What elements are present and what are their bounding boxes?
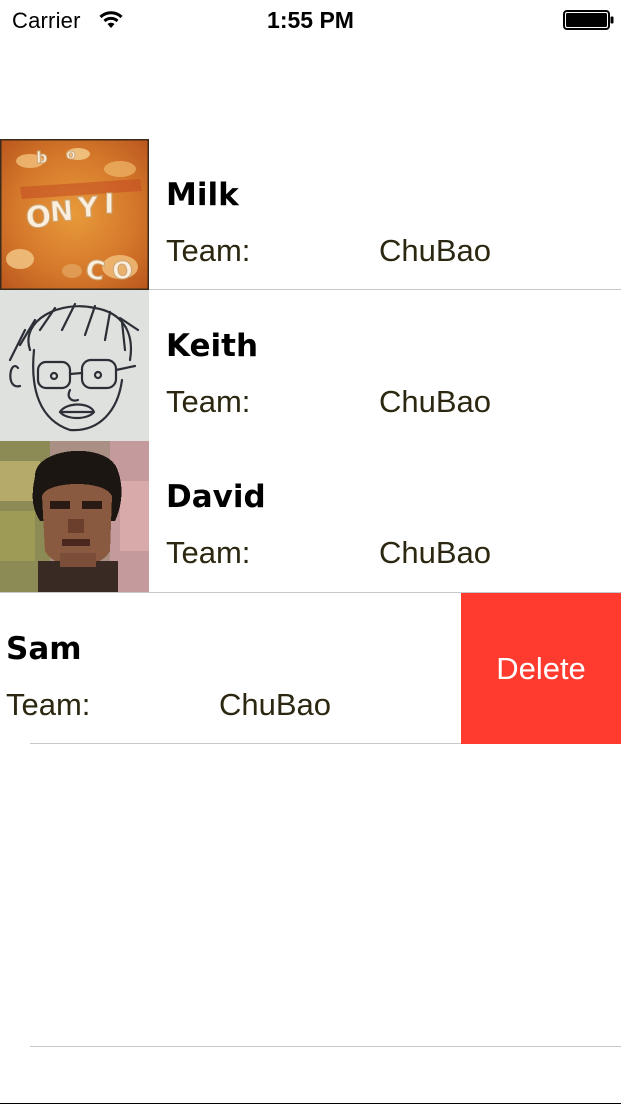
table-row[interactable]: O N Y I C O b o Milk Team: ChuBao: [0, 139, 621, 290]
team-label: Team:: [6, 687, 91, 722]
row-separator: [30, 1046, 621, 1047]
table-row-swiped[interactable]: Sam Team: ChuBao Delete: [0, 593, 621, 744]
team-value: ChuBao: [379, 233, 492, 268]
team-label: Team:: [166, 535, 251, 570]
row-content: Sam Team: ChuBao: [0, 593, 461, 744]
team-value: ChuBao: [379, 384, 492, 419]
row-content: Keith Team: ChuBao: [0, 290, 621, 441]
svg-text:o: o: [66, 147, 76, 163]
player-name: Keith: [166, 328, 259, 364]
svg-text:Y: Y: [76, 190, 100, 224]
svg-text:I: I: [104, 187, 114, 220]
status-bar: Carrier 1:55 PM: [0, 0, 621, 40]
row-content: David Team: ChuBao: [0, 441, 621, 592]
table-row[interactable]: Keith Team: ChuBao: [0, 290, 621, 441]
player-avatar: O N Y I C O b o: [0, 139, 149, 290]
svg-text:N: N: [49, 194, 75, 229]
player-name: David: [166, 479, 266, 515]
team-label: Team:: [166, 384, 251, 419]
team-value: ChuBao: [219, 687, 332, 722]
battery-full-icon: [563, 10, 614, 30]
svg-text:b: b: [36, 148, 47, 167]
player-avatar: [0, 441, 149, 592]
status-time: 1:55 PM: [267, 7, 354, 33]
table-row[interactable]: David Team: ChuBao: [0, 441, 621, 592]
row-content: O N Y I C O b o Milk Team: ChuBao: [0, 139, 621, 290]
team-label: Team:: [166, 233, 251, 268]
player-avatar: [0, 290, 149, 441]
player-name: Sam: [6, 631, 82, 667]
delete-button[interactable]: Delete: [461, 593, 621, 744]
team-value: ChuBao: [379, 535, 492, 570]
row-separator: [30, 743, 461, 744]
player-name: Milk: [166, 177, 239, 213]
